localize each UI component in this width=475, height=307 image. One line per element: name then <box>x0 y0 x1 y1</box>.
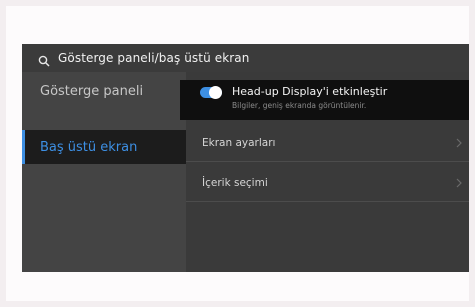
page-title: Gösterge paneli/baş üstü ekran <box>58 51 250 65</box>
list-divider <box>186 201 469 202</box>
toggle-knob <box>209 86 222 99</box>
infotainment-screen: Gösterge paneli/baş üstü ekran Gösterge … <box>22 44 469 272</box>
hud-toggle[interactable] <box>200 86 222 99</box>
sidebar: Gösterge paneli Baş üstü ekran <box>22 72 186 272</box>
search-icon[interactable] <box>38 52 50 67</box>
list-divider <box>186 161 469 162</box>
hud-enable-setting[interactable]: Head-up Display'i etkinleştir Bilgiler, … <box>180 80 469 120</box>
screen-settings-item[interactable]: Ekran ayarları <box>186 126 469 160</box>
list-item-label: İçerik seçimi <box>202 177 268 189</box>
sidebar-item-head-up-display[interactable]: Baş üstü ekran <box>22 130 186 164</box>
content-selection-item[interactable]: İçerik seçimi <box>186 166 469 200</box>
sidebar-item-label: Baş üstü ekran <box>40 139 138 155</box>
hud-setting-description: Bilgiler, geniş ekranda görüntülenir. <box>232 101 367 110</box>
hud-setting-title: Head-up Display'i etkinleştir <box>232 85 388 98</box>
chevron-right-icon <box>455 137 463 149</box>
sidebar-item-label: Gösterge paneli <box>40 83 144 99</box>
top-bar: Gösterge paneli/baş üstü ekran <box>22 44 469 72</box>
list-item-label: Ekran ayarları <box>202 137 276 149</box>
sidebar-item-dashboard[interactable]: Gösterge paneli <box>22 74 186 108</box>
chevron-right-icon <box>455 177 463 189</box>
